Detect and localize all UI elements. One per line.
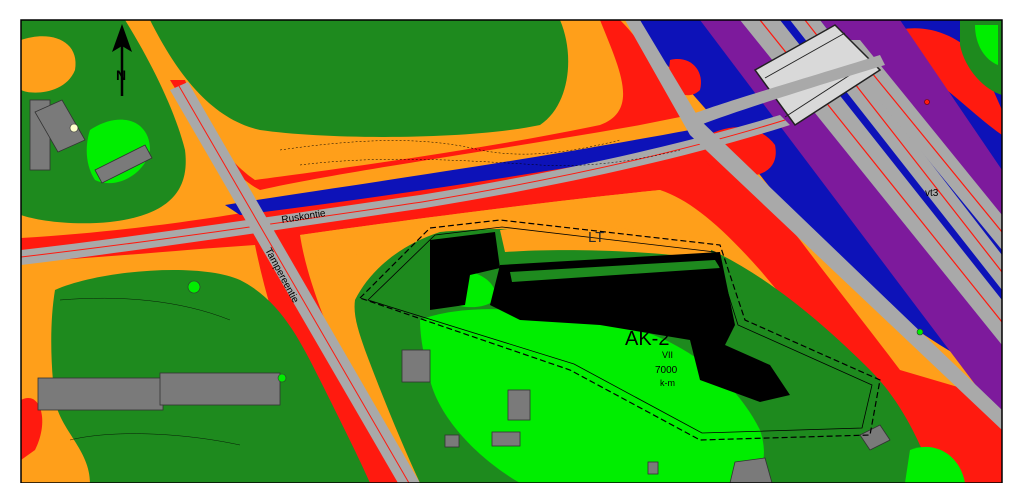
label-zone-floors: VII bbox=[662, 350, 673, 360]
marker-point bbox=[924, 99, 930, 105]
map-canvas: Ruskontie Tampereentie vt3 LT AK-2 VII 7… bbox=[0, 0, 1024, 483]
building-existing bbox=[729, 457, 773, 483]
building-existing bbox=[159, 372, 281, 406]
label-zone-lt: LT bbox=[588, 229, 604, 246]
north-label: N bbox=[116, 67, 126, 83]
building-existing bbox=[444, 434, 460, 448]
tree-marker bbox=[187, 280, 201, 294]
building-existing bbox=[491, 431, 521, 447]
marker-point bbox=[69, 123, 79, 133]
building-existing bbox=[507, 389, 531, 421]
building-existing bbox=[647, 461, 659, 475]
label-zone-ak2: AK-2 bbox=[625, 328, 669, 350]
tree-marker bbox=[916, 328, 924, 336]
tree-marker bbox=[277, 373, 287, 383]
label-zone-area: 7000 bbox=[655, 365, 678, 376]
label-vt3: vt3 bbox=[925, 188, 939, 199]
building-existing bbox=[37, 377, 164, 411]
building-existing bbox=[401, 349, 431, 383]
label-zone-unit: k-m bbox=[660, 378, 675, 388]
map-content: Ruskontie Tampereentie vt3 LT AK-2 VII 7… bbox=[21, 20, 1002, 483]
noise-zone-map: Ruskontie Tampereentie vt3 LT AK-2 VII 7… bbox=[0, 0, 1024, 483]
